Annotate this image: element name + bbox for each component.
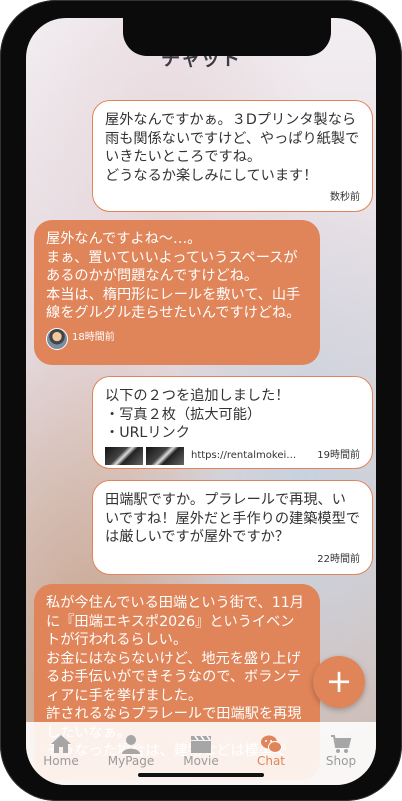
home-indicator [138,773,264,777]
message-bubble-sent[interactable]: 屋外なんですかぁ。３Dプリンタ製なら雨も関係ないですけど、やっぱり紙製でいきたい… [92,100,373,212]
tab-shop[interactable]: Shop [306,730,376,785]
message-text: 以下の２つを追加しました！ ・写真２枚（拡大可能） ・URLリンク [105,388,290,441]
tab-label: Shop [325,754,357,768]
message-time: 数秒前 [330,192,360,203]
tab-label: Movie [183,754,219,768]
tab-label: Home [43,754,79,768]
message-time: 19時間前 [317,449,360,461]
photo-thumbnail[interactable] [146,446,184,465]
add-button[interactable]: + [313,656,365,708]
home-icon [26,730,96,754]
person-icon [96,730,166,754]
cart-icon [306,730,376,754]
photo-thumbnail[interactable] [105,446,143,465]
message-text: 屋外なんですかぁ。３Dプリンタ製なら雨も関係ないですけど、やっぱり紙製でいきたい… [105,112,360,184]
chat-icon [236,730,306,754]
message-bubble-received[interactable]: 屋外なんですよね〜…。 まぁ、置いていいよっていうスペースがあるのかが問題なんで… [34,220,320,365]
message-bubble-sent[interactable]: 田端駅ですか。プラレールで再現、いいですね！屋外だと手作りの建築模型では厳しいで… [92,480,373,575]
url-link[interactable]: https://rentalmokei… [191,447,299,466]
tab-label: Chat [256,754,286,768]
notch [123,18,331,56]
tab-label: MyPage [107,754,155,768]
message-time: 22時間前 [317,553,360,565]
message-text: 屋外なんですよね〜…。 まぁ、置いていいよっていうスペースがあるのかが問題なんで… [46,231,301,321]
message-text: 田端駅ですか。プラレールで再現、いいですね！屋外だと手作りの建築模型では厳しいで… [105,492,360,545]
chat-screen: チャット 屋外なんですかぁ。３Dプリンタ製なら雨も関係ないですけど、やっぱり紙製… [26,18,376,785]
message-time: 18時間前 [72,332,115,344]
tab-home[interactable]: Home [26,730,96,785]
avatar[interactable] [46,327,68,350]
clapperboard-icon [166,730,236,754]
phone-frame: チャット 屋外なんですかぁ。３Dプリンタ製なら雨も関係ないですけど、やっぱり紙製… [0,0,402,801]
message-bubble-sent[interactable]: 以下の２つを追加しました！ ・写真２枚（拡大可能） ・URLリンク https:… [92,376,373,469]
